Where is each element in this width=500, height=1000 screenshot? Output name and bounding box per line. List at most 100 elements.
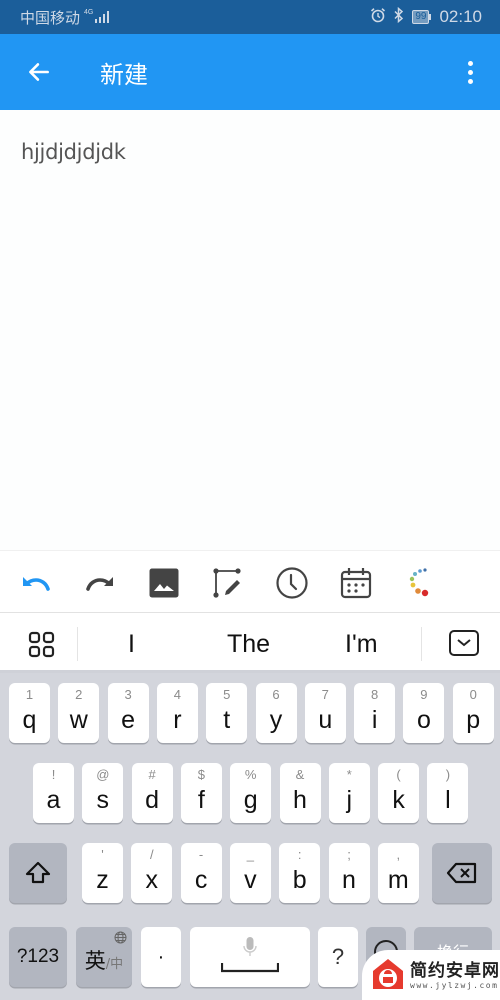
battery-level: 99: [412, 10, 430, 24]
key-alt-label: ;: [347, 847, 351, 862]
key-alt-label: $: [197, 767, 205, 782]
key-alt-label: 8: [370, 687, 379, 702]
key-alt-label: 7: [321, 687, 329, 702]
key-label: j: [346, 785, 353, 814]
note-text[interactable]: hjjdjdjdjdk: [21, 140, 126, 164]
question-key[interactable]: ?: [318, 927, 358, 987]
key-h[interactable]: & h: [279, 763, 321, 823]
suggestion-word[interactable]: I: [128, 627, 135, 661]
key-label: n: [342, 865, 356, 894]
note-editor[interactable]: hjjdjdjdjdk: [0, 110, 500, 550]
android-house-logo-icon: [370, 957, 406, 993]
key-alt-label: -: [198, 847, 204, 862]
key-label: t: [223, 705, 231, 734]
key-alt-label: !: [51, 767, 56, 782]
redo-button[interactable]: [82, 565, 118, 601]
symbols-label: ?123: [16, 946, 60, 967]
key-g[interactable]: % g: [230, 763, 272, 823]
network-type: 4G: [84, 8, 94, 16]
key-t[interactable]: 5t: [206, 683, 248, 743]
microphone-icon: [243, 937, 257, 956]
insert-image-button[interactable]: [146, 565, 182, 601]
key-label: d: [145, 785, 160, 814]
globe-icon: [114, 931, 127, 949]
key-x[interactable]: / x: [131, 843, 173, 903]
key-r[interactable]: 4r: [156, 683, 198, 743]
key-k[interactable]: (k: [378, 763, 420, 823]
key-label: v: [244, 865, 257, 894]
key-o[interactable]: 9o: [403, 683, 445, 743]
key-alt-label: 4: [173, 687, 181, 702]
symbols-key[interactable]: ?123: [9, 927, 67, 987]
backspace-key[interactable]: [432, 843, 492, 903]
status-right: 99 02:10: [370, 6, 482, 27]
key-alt-label: %: [244, 767, 257, 782]
key-label: s: [96, 785, 110, 814]
key-n[interactable]: ; n: [328, 843, 370, 903]
back-button[interactable]: [0, 34, 78, 110]
chevron-down-icon: [457, 639, 471, 647]
key-alt-label: 5: [223, 687, 231, 702]
calendar-button[interactable]: [338, 565, 374, 601]
key-y[interactable]: 6y: [255, 683, 297, 743]
key-alt-label: ': [101, 847, 104, 862]
clock-icon: [276, 567, 308, 599]
key-p[interactable]: 0p: [452, 683, 494, 743]
key-b[interactable]: :b: [279, 843, 321, 903]
key-a[interactable]: ! a: [33, 763, 74, 823]
color-button[interactable]: [402, 565, 438, 601]
key-label: i: [371, 705, 378, 734]
divider: [421, 627, 422, 661]
draw-button[interactable]: [210, 565, 246, 601]
image-icon: [149, 568, 179, 598]
key-l[interactable]: ) l: [427, 763, 469, 823]
key-d[interactable]: # d: [131, 763, 173, 823]
reminder-button[interactable]: [274, 565, 310, 601]
key-i[interactable]: 8i: [354, 683, 396, 743]
space-key[interactable]: [190, 927, 310, 987]
key-alt-label: 0: [469, 687, 477, 702]
more-options-button[interactable]: [440, 34, 500, 110]
space-icon: [221, 963, 279, 973]
shift-key[interactable]: [9, 843, 67, 903]
calendar-icon: [340, 568, 372, 599]
key-u[interactable]: 7u: [304, 683, 346, 743]
language-label: 英/中: [84, 949, 124, 973]
key-alt-label: 1: [25, 687, 34, 702]
key-alt-label: ): [445, 767, 451, 782]
key-w[interactable]: 2w: [58, 683, 100, 743]
key-label: q: [22, 705, 37, 734]
key-c[interactable]: -c: [180, 843, 222, 903]
divider: [77, 627, 78, 661]
key-e[interactable]: 3e: [107, 683, 149, 743]
undo-icon: [23, 577, 50, 591]
dot-key[interactable]: ·: [141, 927, 181, 987]
key-label: k: [392, 785, 405, 814]
key-s[interactable]: @ s: [82, 763, 124, 823]
key-alt-label: 6: [272, 687, 280, 702]
language-key[interactable]: 英/中: [76, 927, 132, 987]
watermark-text: 简约安卓网 www.jylzwj.com: [410, 961, 500, 990]
undo-button[interactable]: [18, 565, 54, 601]
key-v[interactable]: _ v: [229, 843, 271, 903]
key-z[interactable]: ' z: [82, 843, 123, 903]
hide-keyboard-button[interactable]: [449, 630, 479, 656]
key-label: z: [96, 865, 109, 894]
key-label: b: [292, 865, 307, 894]
watermark-url: www.jylzwj.com: [410, 980, 499, 990]
key-j[interactable]: * j: [328, 763, 370, 823]
suggestion-word[interactable]: The: [227, 627, 270, 661]
watermark: 简约安卓网 www.jylzwj.com: [362, 950, 500, 1000]
more-vert-icon: [467, 60, 473, 66]
key-q[interactable]: 1q: [9, 683, 50, 743]
suggestion-word[interactable]: I'm: [345, 627, 378, 661]
grid-icon: [28, 631, 55, 658]
key-label: o: [416, 705, 431, 734]
keyboard-menu-button[interactable]: [28, 631, 55, 663]
watermark-name: 简约安卓网: [410, 960, 500, 981]
clock-time: 02:10: [439, 7, 482, 26]
key-f[interactable]: $ f: [180, 763, 222, 823]
key-label: e: [121, 705, 136, 734]
carrier-group: 中国移动 4G: [20, 7, 110, 28]
key-m[interactable]: ,m: [377, 843, 419, 903]
